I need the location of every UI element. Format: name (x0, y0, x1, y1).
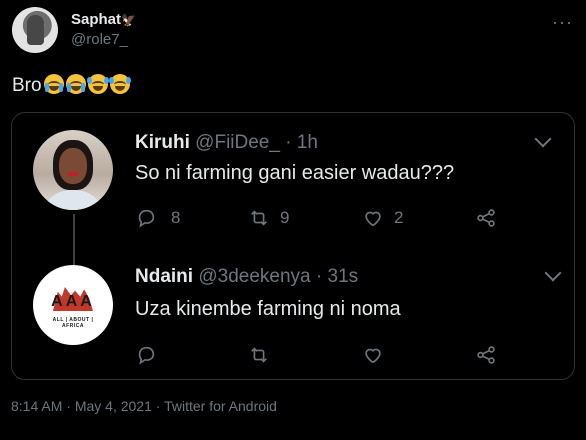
kiruhi-reply-button[interactable]: 8 (135, 207, 180, 229)
footer-separator: · (155, 398, 161, 414)
tweet: Saphat🦅 @role7_ ··· Bro Kiruhi @FiiDee_ … (0, 0, 586, 440)
ndaini-retweet-button[interactable] (248, 344, 270, 366)
ndaini-like-button[interactable] (362, 344, 384, 366)
kiruhi-share-button[interactable] (475, 207, 497, 229)
ndaini-handle[interactable]: @3deekenya (198, 266, 310, 287)
tweet-time[interactable]: 8:14 AM (11, 398, 62, 414)
retweet-icon (251, 210, 267, 226)
kiruhi-retweet-button[interactable]: 9 (248, 207, 289, 229)
tweet-metadata: 8:14 AM · May 4, 2021 · Twitter for Andr… (11, 398, 277, 414)
display-name-text: Saphat (71, 11, 122, 28)
ndaini-separator: · (315, 266, 323, 287)
retweet-icon (251, 347, 267, 363)
kiruhi-header: Kiruhi @FiiDee_ · 1h (135, 132, 318, 154)
kiruhi-handle[interactable]: @FiiDee_ (195, 132, 280, 153)
kiruhi-avatar[interactable] (33, 130, 113, 210)
ndaini-tweet-text: Uza kinembe farming ni noma (135, 298, 401, 320)
tweet-date[interactable]: May 4, 2021 (75, 398, 152, 414)
embedded-conversation-card[interactable]: Kiruhi @FiiDee_ · 1h So ni farming gani … (11, 112, 575, 380)
logo-letters: AAA (51, 293, 95, 310)
face-with-tears-of-joy-icon (86, 74, 109, 94)
kiruhi-like-count: 2 (394, 208, 404, 227)
author-avatar[interactable] (12, 7, 58, 53)
ndaini-time[interactable]: 31s (328, 266, 359, 287)
kiruhi-chevron-down-icon[interactable] (534, 130, 552, 148)
tweet-text: Bro (12, 73, 131, 99)
tweet-source[interactable]: Twitter for Android (164, 398, 277, 414)
ndaini-reply-button[interactable] (135, 344, 157, 366)
loudly-crying-face-icon (43, 74, 64, 94)
author-display-name[interactable]: Saphat🦅 (71, 11, 136, 28)
kiruhi-separator: · (285, 132, 292, 153)
kiruhi-like-button[interactable]: 2 (362, 207, 403, 229)
kiruhi-time[interactable]: 1h (297, 132, 318, 153)
reply-icon (138, 209, 155, 228)
heart-icon (365, 348, 381, 364)
reply-icon (138, 346, 155, 365)
thread-connector-line (73, 214, 75, 265)
face-with-tears-of-joy-icon (108, 74, 131, 94)
ndaini-header: Ndaini @3deekenya · 31s (135, 266, 358, 288)
kiruhi-reply-count: 8 (171, 208, 181, 227)
ndaini-chevron-down-icon[interactable] (544, 264, 562, 282)
eagle-icon: 🦅 (121, 13, 136, 27)
tweet-body: Bro (12, 75, 42, 96)
avatar-figure (27, 15, 44, 45)
ndaini-avatar[interactable]: AAA ALL | ABOUT | AFRICA (33, 265, 113, 345)
kiruhi-tweet-text: So ni farming gani easier wadau??? (135, 162, 455, 184)
ndaini-share-button[interactable] (475, 344, 497, 366)
footer-separator: · (66, 398, 71, 414)
author-username[interactable]: @role7_ (71, 31, 128, 48)
share-icon (477, 346, 495, 364)
share-icon (477, 209, 495, 227)
logo-tagline: ALL | ABOUT | AFRICA (52, 317, 94, 329)
heart-icon (365, 211, 381, 227)
kiruhi-retweet-count: 9 (280, 208, 290, 227)
kiruhi-name[interactable]: Kiruhi (135, 132, 190, 153)
more-options-icon[interactable]: ··· (552, 12, 573, 33)
ndaini-name[interactable]: Ndaini (135, 266, 193, 287)
loudly-crying-face-icon (65, 74, 86, 94)
